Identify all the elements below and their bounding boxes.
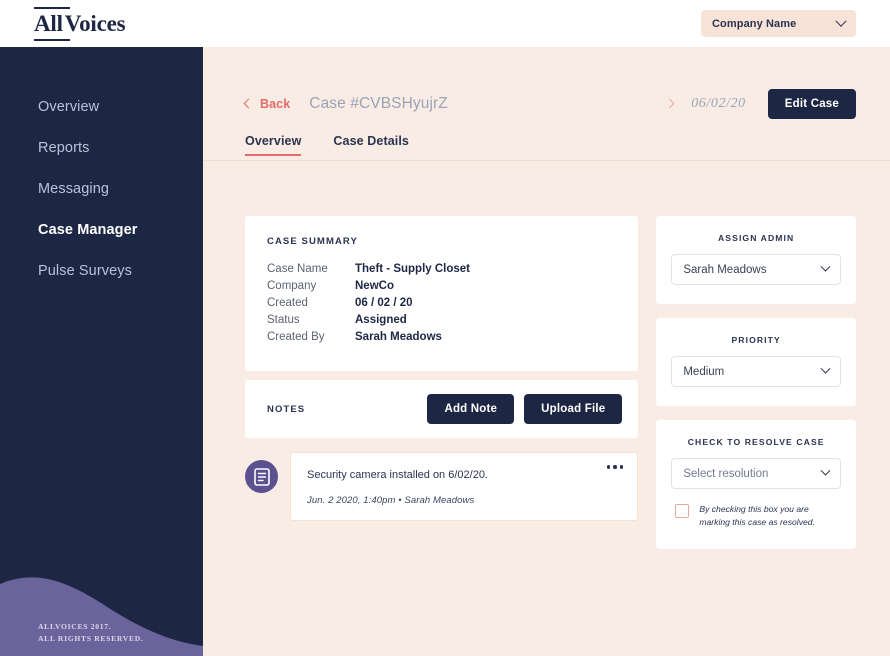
assign-admin-card: ASSIGN ADMIN Sarah Meadows [656, 216, 856, 304]
logo-rule-top [34, 7, 70, 9]
sidebar-item-label: Reports [38, 139, 90, 156]
summary-key: Created [267, 296, 308, 309]
resolve-case-label: CHECK TO RESOLVE CASE [687, 437, 825, 447]
priority-value: Medium [683, 365, 725, 378]
tab-label: Overview [245, 134, 302, 148]
page-title: Case #CVBSHyujrZ [309, 94, 448, 112]
sidebar-item-reports[interactable]: Reports [0, 127, 203, 168]
logo-wordmark: AllVoices [34, 7, 126, 41]
summary-value: Assigned [355, 313, 407, 326]
left-column: CASE SUMMARY Case Name Theft - Supply Cl… [245, 216, 639, 521]
avatar [245, 460, 278, 493]
summary-value: NewCo [355, 279, 394, 292]
summary-key: Created By [267, 330, 325, 343]
case-summary-title: CASE SUMMARY [267, 236, 358, 247]
company-select-label: Company Name [712, 17, 797, 30]
sidebar-item-label: Overview [38, 98, 100, 115]
assign-admin-label: ASSIGN ADMIN [717, 233, 795, 243]
right-column: ASSIGN ADMIN Sarah Meadows PRIORITY Medi… [656, 216, 856, 563]
priority-card: PRIORITY Medium [656, 318, 856, 406]
sidebar-item-label: Pulse Surveys [38, 262, 132, 279]
table-row: Status Assigned [267, 311, 616, 328]
logo-text: AllVoices [34, 11, 126, 36]
ellipsis-dot [619, 465, 624, 469]
table-row: Created 06 / 02 / 20 [267, 294, 616, 311]
resolve-case-card: CHECK TO RESOLVE CASE Select resolution … [656, 420, 856, 549]
add-note-button[interactable]: Add Note [427, 394, 515, 424]
resolution-value: Select resolution [683, 467, 769, 480]
ellipsis-icon[interactable] [606, 465, 624, 469]
note-meta: Jun. 2 2020, 1:40pm • Sarah Meadows [307, 494, 475, 506]
chevron-down-icon [820, 261, 831, 272]
sidebar-item-case-manager[interactable]: Case Manager [0, 209, 203, 250]
footer-line-2: ALL RIGHTS RESERVED. [38, 633, 144, 643]
document-icon [253, 467, 270, 486]
table-row: Company NewCo [267, 277, 616, 294]
sidebar-item-messaging[interactable]: Messaging [0, 168, 203, 209]
tab-label: Case Details [333, 134, 409, 148]
priority-label: PRIORITY [731, 335, 781, 345]
back-label: Back [260, 96, 291, 111]
summary-key: Case Name [267, 262, 328, 275]
notes-title: NOTES [267, 403, 306, 415]
tab-case-details[interactable]: Case Details [333, 134, 409, 156]
page-header-actions: 06/02/20 Edit Case [664, 88, 856, 119]
ellipsis-dot [613, 465, 617, 469]
resolve-checkbox-row: By checking this box you are marking thi… [671, 503, 841, 530]
table-row: Case Name Theft - Supply Closet [267, 260, 616, 277]
sidebar-item-label: Case Manager [38, 221, 138, 238]
edit-case-button[interactable]: Edit Case [767, 88, 856, 119]
assign-admin-value: Sarah Meadows [683, 263, 767, 276]
sidebar-item-overview[interactable]: Overview [0, 86, 203, 127]
resolve-checkbox-text: By checking this box you are marking thi… [699, 504, 815, 528]
case-summary-card: CASE SUMMARY Case Name Theft - Supply Cl… [245, 216, 639, 371]
note-card: Security camera installed on 6/02/20. Ju… [290, 452, 639, 521]
chevron-down-icon [820, 465, 831, 476]
sidebar-footer-text: ALLVOICES 2017. ALL RIGHTS RESERVED. [38, 621, 144, 644]
notes-actions: Add Note Upload File [427, 394, 623, 424]
summary-value: Theft - Supply Closet [355, 262, 470, 275]
table-row: Created By Sarah Meadows [267, 328, 616, 345]
tab-overview[interactable]: Overview [245, 134, 302, 156]
sidebar-item-pulse-surveys[interactable]: Pulse Surveys [0, 250, 203, 291]
chevron-left-icon [243, 98, 254, 109]
chevron-right-icon[interactable] [664, 98, 675, 109]
footer-line-1: ALLVOICES 2017. [38, 622, 112, 632]
page-header: Back Case #CVBSHyujrZ 06/02/20 Edit Case [203, 81, 890, 126]
sidebar-nav: Overview Reports Messaging Case Manager … [0, 86, 203, 291]
resolve-checkbox[interactable] [675, 504, 690, 518]
main-content: Back Case #CVBSHyujrZ 06/02/20 Edit Case… [203, 47, 890, 656]
top-bar: AllVoices Company Name [0, 0, 890, 47]
resolution-select[interactable]: Select resolution [671, 458, 841, 489]
priority-select[interactable]: Medium [671, 356, 841, 387]
notes-header-card: NOTES Add Note Upload File [245, 380, 639, 438]
logo-rule-bottom [34, 39, 70, 41]
list-item: Security camera installed on 6/02/20. Ju… [245, 452, 639, 521]
allvoices-logo[interactable]: AllVoices [34, 7, 126, 41]
sidebar: Overview Reports Messaging Case Manager … [0, 47, 203, 656]
note-text: Security camera installed on 6/02/20. [307, 469, 488, 481]
summary-value: Sarah Meadows [355, 330, 442, 343]
upload-file-button[interactable]: Upload File [524, 394, 623, 424]
ellipsis-dot [606, 465, 611, 469]
company-select[interactable]: Company Name [701, 10, 856, 37]
summary-key: Company [267, 279, 317, 292]
assign-admin-select[interactable]: Sarah Meadows [671, 254, 841, 285]
back-button[interactable]: Back [243, 96, 291, 111]
case-date: 06/02/20 [691, 95, 746, 111]
summary-value: 06 / 02 / 20 [355, 296, 413, 309]
summary-key: Status [267, 313, 300, 326]
sidebar-item-label: Messaging [38, 180, 110, 197]
case-summary-table: Case Name Theft - Supply Closet Company … [267, 260, 616, 345]
tab-bar: Overview Case Details [203, 126, 890, 156]
chevron-down-icon [835, 15, 847, 27]
content-columns: CASE SUMMARY Case Name Theft - Supply Cl… [203, 161, 890, 563]
chevron-down-icon [820, 363, 831, 374]
